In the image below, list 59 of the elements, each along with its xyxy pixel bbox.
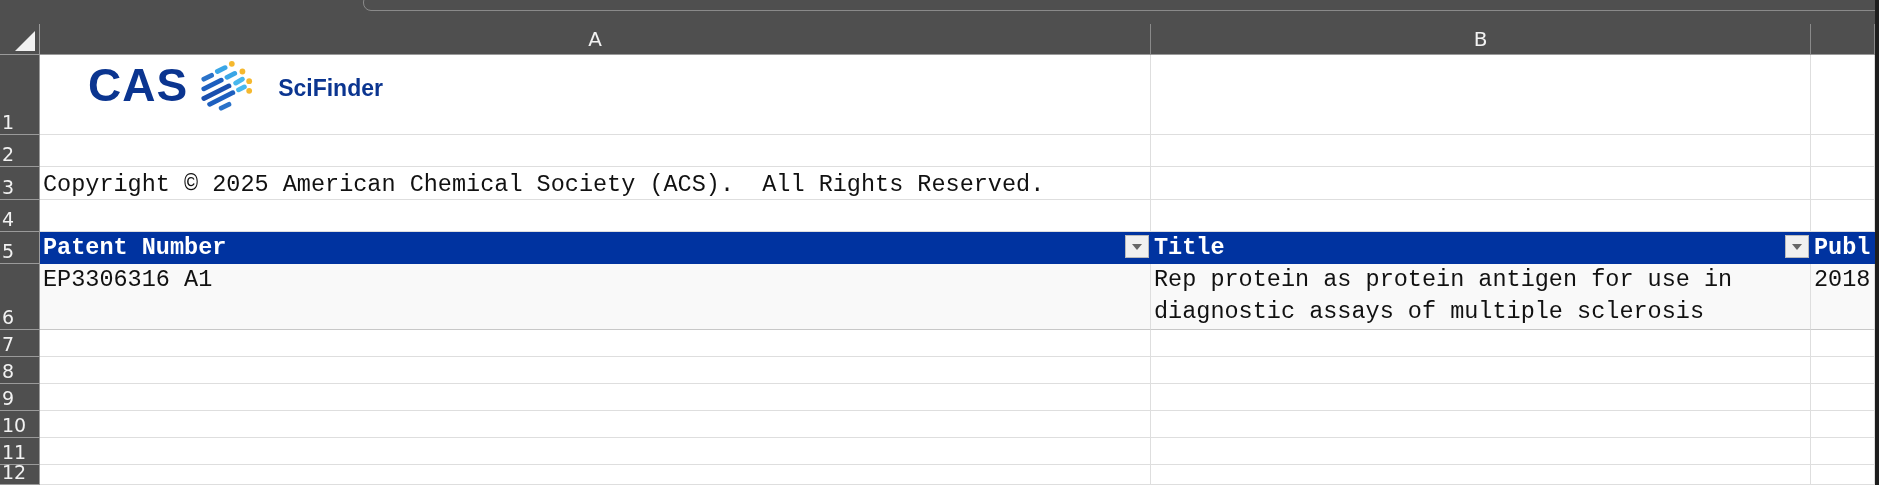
spreadsheet-cell[interactable]	[40, 330, 1151, 357]
spreadsheet-cell[interactable]	[1151, 438, 1811, 465]
spreadsheet-cell[interactable]	[1811, 167, 1875, 200]
row-header[interactable]: 7	[0, 330, 40, 357]
header-cell[interactable]: Patent Number	[40, 232, 1151, 264]
spreadsheet-cell[interactable]	[1151, 330, 1811, 357]
spreadsheet-cell[interactable]	[1811, 330, 1875, 357]
spreadsheet-cell[interactable]	[1151, 55, 1811, 135]
spreadsheet-cell[interactable]	[1151, 357, 1811, 384]
logo-text: SciFinder	[278, 74, 383, 102]
row-header[interactable]: 2	[0, 135, 40, 167]
row-header[interactable]: 12	[0, 465, 40, 485]
spreadsheet-cell[interactable]	[1811, 55, 1875, 135]
row-header[interactable]: 6	[0, 264, 40, 330]
row-header[interactable]: 1	[0, 55, 40, 135]
caret-icon	[1792, 243, 1802, 250]
spreadsheet-cell[interactable]: CAS SciFinder	[40, 55, 1151, 135]
spreadsheet-cell[interactable]	[40, 200, 1151, 232]
filter-button[interactable]	[1125, 235, 1149, 258]
spreadsheet-cell[interactable]	[1151, 384, 1811, 411]
spreadsheet-cell[interactable]	[1811, 384, 1875, 411]
column-heading: Title	[1153, 234, 1226, 261]
filter-button[interactable]	[1785, 235, 1809, 258]
spreadsheet-cell[interactable]	[40, 135, 1151, 167]
column-heading: Patent Number	[42, 234, 228, 261]
copyright-text: Copyright © 2025 American Chemical Society (ACS). All Rights Reserved.	[42, 171, 1046, 199]
spreadsheet-cell[interactable]	[1811, 438, 1875, 465]
spreadsheet-cell[interactable]	[40, 438, 1151, 465]
table-cell[interactable]: EP3306316 A1	[40, 264, 1151, 330]
row-header[interactable]: 5	[0, 232, 40, 264]
spreadsheet-cell[interactable]	[40, 357, 1151, 384]
spreadsheet-cell[interactable]	[1151, 465, 1811, 485]
row-header[interactable]: 8	[0, 357, 40, 384]
spreadsheet-cell[interactable]	[1811, 411, 1875, 438]
spreadsheet-cell[interactable]	[40, 384, 1151, 411]
row-header[interactable]: 11	[0, 438, 40, 465]
spreadsheet-cell[interactable]	[40, 411, 1151, 438]
spreadsheet-cell[interactable]	[1811, 357, 1875, 384]
caret-icon	[1132, 243, 1142, 250]
spreadsheet-cell[interactable]	[1811, 465, 1875, 485]
row-header[interactable]: 10	[0, 411, 40, 438]
spreadsheet-cell[interactable]	[1811, 135, 1875, 167]
row-header[interactable]: 3	[0, 167, 40, 200]
table-cell[interactable]: 2018	[1811, 264, 1875, 330]
spreadsheet-cell[interactable]	[1151, 411, 1811, 438]
spreadsheet-cell[interactable]	[1151, 135, 1811, 167]
spreadsheet-cell[interactable]: Copyright © 2025 American Chemical Society (ACS). All Rights Reserved.	[40, 167, 1151, 200]
row-header[interactable]: 4	[0, 200, 40, 232]
triangle-icon	[15, 31, 35, 51]
row-header[interactable]: 9	[0, 384, 40, 411]
spreadsheet-cell[interactable]	[1151, 167, 1811, 200]
table-cell[interactable]: Rep protein as protein antigen for use in diagnostic assays of multiple sclerosis	[1151, 264, 1811, 330]
logo-text: CAS	[88, 58, 189, 112]
header-cell[interactable]: Title	[1151, 232, 1811, 264]
spreadsheet-cell[interactable]	[40, 465, 1151, 485]
logo-icon	[200, 58, 255, 112]
select-all-button[interactable]	[0, 24, 40, 55]
spreadsheet-cell[interactable]	[1811, 200, 1875, 232]
spreadsheet-cell[interactable]	[1151, 200, 1811, 232]
